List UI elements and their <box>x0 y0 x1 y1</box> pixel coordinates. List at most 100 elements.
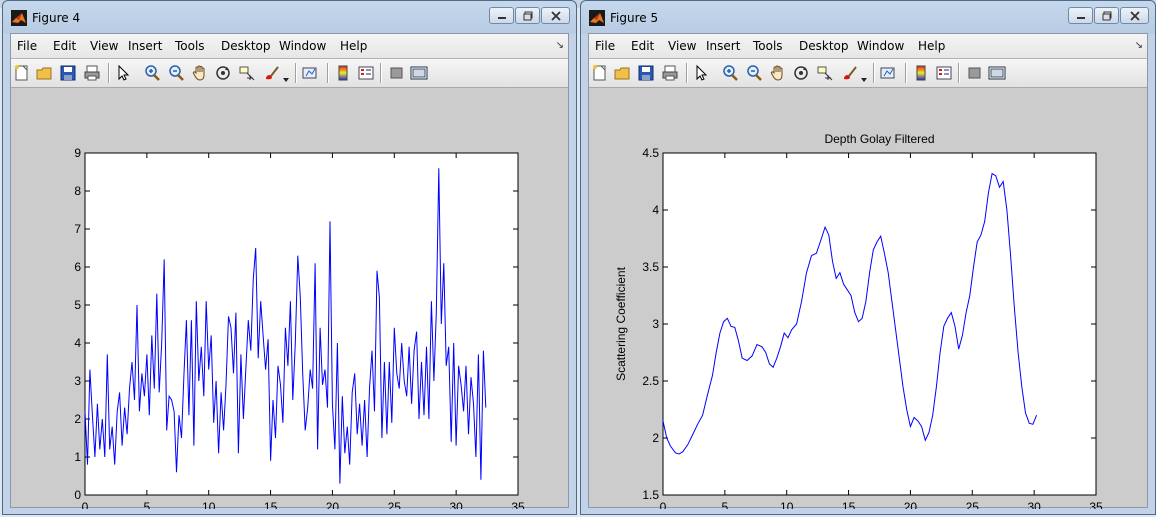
rotate-3d-icon[interactable] <box>214 64 232 82</box>
show-plot-tools-icon[interactable] <box>410 64 428 82</box>
restore-button[interactable] <box>1094 7 1119 24</box>
print-icon[interactable] <box>661 64 679 82</box>
menu-tools[interactable]: Tools <box>175 39 205 53</box>
save-icon[interactable] <box>637 64 655 82</box>
plot-axes-svg: 0 5 10 15 20 25 30 35 0 1 2 3 4 5 6 7 8 9 <box>74 146 525 509</box>
dock-arrow-icon[interactable]: ↘ <box>556 40 564 51</box>
toolbar-separator <box>686 63 688 83</box>
figure-client: File Edit View Insert Tools Desktop Window Help… <box>588 33 1148 509</box>
x-tick-label: 20 <box>326 500 340 509</box>
plot-axes-svg: 0 5 10 15 20 25 30 35 1.5 2 2.5 3 3.5 4 4.5 Depth Golay… <box>614 132 1103 509</box>
y-tick-label: 3 <box>652 317 659 331</box>
menu-edit[interactable]: Edit <box>631 39 654 53</box>
brush-dropdown-icon[interactable] <box>283 68 289 87</box>
zoom-in-icon[interactable] <box>143 64 161 82</box>
toolbar-separator <box>873 63 875 83</box>
dock-arrow-icon[interactable]: ↘ <box>1135 40 1143 51</box>
y-tick-label: 4.5 <box>642 146 659 160</box>
rotate-3d-icon[interactable] <box>792 64 810 82</box>
menu-file[interactable]: File <box>595 39 615 53</box>
title-bar[interactable]: Figure 4 <box>3 1 576 33</box>
menu-window[interactable]: Window <box>279 39 326 53</box>
figure-window-1[interactable]: Figure 4 File Edit View Insert Tools Desktop Wi… <box>2 0 577 515</box>
minimize-button[interactable] <box>489 7 514 24</box>
x-tick-label: 15 <box>842 500 856 509</box>
figure-window-2[interactable]: Figure 5 File Edit View Insert Tools Desktop Wi… <box>580 0 1156 515</box>
link-plot-icon[interactable] <box>301 64 319 82</box>
y-tick-label: 2 <box>74 412 81 426</box>
print-icon[interactable] <box>83 64 101 82</box>
y-tick-label: 1.5 <box>642 488 659 502</box>
figure-canvas: 0 5 10 15 20 25 30 35 1.5 2 2.5 3 3.5 4 4.5 Depth Golay… <box>589 88 1147 509</box>
figure-toolbar <box>589 59 1147 88</box>
toolbar-separator <box>958 63 960 83</box>
save-icon[interactable] <box>59 64 77 82</box>
brush-icon[interactable] <box>841 64 859 82</box>
data-cursor-icon[interactable] <box>238 64 256 82</box>
y-tick-label: 2.5 <box>642 374 659 388</box>
menu-help[interactable]: Help <box>340 39 367 53</box>
brush-icon[interactable] <box>263 64 281 82</box>
menu-tools[interactable]: Tools <box>753 39 783 53</box>
x-tick-label: 35 <box>511 500 525 509</box>
y-tick-label: 1 <box>74 450 81 464</box>
x-tick-label: 20 <box>904 500 918 509</box>
menu-desktop[interactable]: Desktop <box>221 39 271 53</box>
x-tick-label: 30 <box>449 500 463 509</box>
y-tick-label: 4 <box>74 336 81 350</box>
y-tick-label: 0 <box>74 488 81 502</box>
y-tick-label: 3 <box>74 374 81 388</box>
toolbar-separator <box>327 63 329 83</box>
close-button[interactable] <box>1120 7 1149 24</box>
plot-title: Depth Golay Filtered <box>824 132 934 146</box>
new-figure-icon[interactable] <box>591 64 609 82</box>
x-tick-label: 30 <box>1027 500 1041 509</box>
pan-hand-icon[interactable] <box>769 64 787 82</box>
title-bar[interactable]: Figure 5 <box>581 1 1155 33</box>
y-tick-label: 2 <box>652 431 659 445</box>
zoom-out-icon[interactable] <box>167 64 185 82</box>
menu-insert[interactable]: Insert <box>706 39 740 53</box>
show-plot-tools-icon[interactable] <box>988 64 1006 82</box>
zoom-out-icon[interactable] <box>745 64 763 82</box>
zoom-in-icon[interactable] <box>721 64 739 82</box>
toolbar-separator <box>108 63 110 83</box>
colorbar-icon[interactable] <box>334 64 352 82</box>
minimize-button[interactable] <box>1068 7 1093 24</box>
menu-desktop[interactable]: Desktop <box>799 39 849 53</box>
legend-icon[interactable] <box>935 64 953 82</box>
data-cursor-icon[interactable] <box>816 64 834 82</box>
menu-file[interactable]: File <box>17 39 37 53</box>
restore-button[interactable] <box>515 7 540 24</box>
figure-client: File Edit View Insert Tools Desktop Window Help… <box>10 33 569 509</box>
y-tick-label: 5 <box>74 298 81 312</box>
link-plot-icon[interactable] <box>879 64 897 82</box>
colorbar-icon[interactable] <box>912 64 930 82</box>
hide-plot-tools-icon[interactable] <box>966 64 984 82</box>
x-tick-label: 5 <box>144 500 151 509</box>
open-file-icon[interactable] <box>613 64 631 82</box>
menu-bar: File Edit View Insert Tools Desktop Window Help… <box>11 34 568 59</box>
close-button[interactable] <box>541 7 570 24</box>
y-tick-label: 3.5 <box>642 260 659 274</box>
menu-view[interactable]: View <box>90 39 118 53</box>
new-figure-icon[interactable] <box>13 64 31 82</box>
y-tick-label: 9 <box>74 146 81 160</box>
figure-canvas: 0 5 10 15 20 25 30 35 0 1 2 3 4 5 6 7 8 9 <box>11 88 568 509</box>
legend-icon[interactable] <box>357 64 375 82</box>
open-file-icon[interactable] <box>35 64 53 82</box>
axes-box <box>662 152 1097 496</box>
menu-insert[interactable]: Insert <box>128 39 162 53</box>
menu-help[interactable]: Help <box>918 39 945 53</box>
menu-edit[interactable]: Edit <box>53 39 76 53</box>
pan-hand-icon[interactable] <box>191 64 209 82</box>
hide-plot-tools-icon[interactable] <box>388 64 406 82</box>
menu-view[interactable]: View <box>668 39 696 53</box>
toolbar-separator <box>295 63 297 83</box>
brush-dropdown-icon[interactable] <box>861 68 867 87</box>
toolbar-separator <box>380 63 382 83</box>
toolbar-separator <box>905 63 907 83</box>
select-arrow-icon[interactable] <box>692 64 710 82</box>
menu-window[interactable]: Window <box>857 39 904 53</box>
select-arrow-icon[interactable] <box>114 64 132 82</box>
